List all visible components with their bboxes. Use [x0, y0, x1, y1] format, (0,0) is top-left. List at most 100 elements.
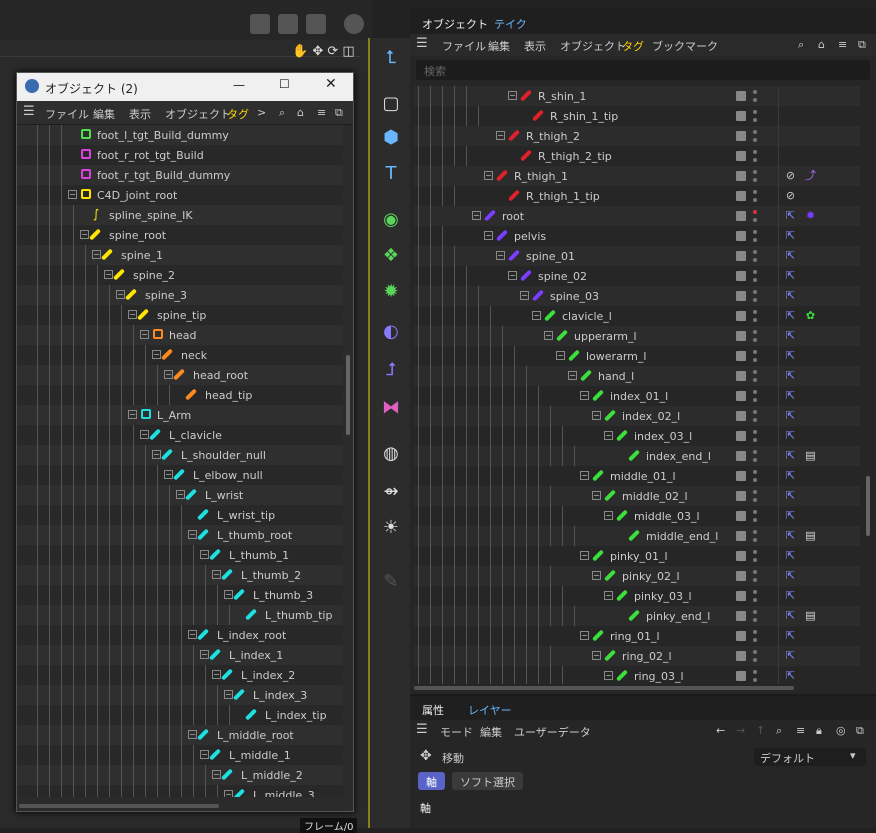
object-row[interactable]: R_thigh_1_tip ⊘ — [414, 186, 860, 206]
annotation-tag-icon[interactable]: ▤ — [804, 529, 817, 542]
edit-toggle-icon[interactable] — [736, 131, 746, 141]
edit-toggle-icon[interactable] — [736, 311, 746, 321]
tree-row[interactable]: − L_thumb_2 — [17, 565, 343, 585]
tree-row[interactable]: − L_shoulder_null — [17, 445, 343, 465]
edit-toggle-icon[interactable] — [736, 191, 746, 201]
edit-toggle-icon[interactable] — [736, 471, 746, 481]
disabled-tag-icon[interactable]: ⊘ — [784, 169, 797, 182]
object-row[interactable]: − ring_02_l ⇱ — [414, 646, 860, 666]
object-row[interactable]: − index_02_l ⇱ — [414, 406, 860, 426]
collapse-toggle[interactable]: − — [604, 431, 613, 440]
tree-row[interactable]: − L_thumb_3 — [17, 585, 343, 605]
camera-icon[interactable]: ⇴ — [378, 478, 404, 504]
tree-row[interactable]: L_wrist_tip — [17, 505, 343, 525]
collapse-toggle[interactable]: − — [188, 630, 197, 639]
render-visibility-dot[interactable] — [753, 678, 757, 682]
edit-toggle-icon[interactable] — [736, 491, 746, 501]
collapse-toggle[interactable]: − — [592, 411, 601, 420]
filter-icon[interactable]: ≡ — [796, 724, 805, 737]
search-icon[interactable]: ⌕ — [776, 724, 782, 738]
collapse-toggle[interactable]: − — [80, 230, 89, 239]
floating-hscrollbar[interactable] — [19, 803, 351, 809]
close-icon[interactable]: ✕ — [325, 76, 337, 92]
menu-file[interactable]: ファイル — [45, 106, 89, 122]
collapse-toggle[interactable]: − — [580, 551, 589, 560]
hamburger-icon[interactable]: ☰ — [23, 104, 35, 119]
render-visibility-dot[interactable] — [753, 178, 757, 182]
editor-visibility-dot[interactable] — [753, 410, 757, 414]
editor-visibility-dot[interactable] — [753, 590, 757, 594]
bend-icon[interactable]: ⮥ — [378, 356, 404, 382]
editor-visibility-dot[interactable] — [753, 230, 757, 234]
tab-takes[interactable]: テイク — [494, 16, 527, 32]
editor-visibility-dot[interactable] — [753, 350, 757, 354]
weight-tag-icon[interactable]: ⇱ — [784, 629, 797, 642]
coordinate-system-icon[interactable]: ⮤ — [378, 44, 404, 70]
render-visibility-dot[interactable] — [753, 658, 757, 662]
editor-visibility-dot[interactable] — [753, 170, 757, 174]
light-icon[interactable]: ☀ — [378, 514, 404, 540]
editor-visibility-dot[interactable] — [753, 150, 757, 154]
collapse-toggle[interactable]: − — [604, 671, 613, 680]
edit-toggle-icon[interactable] — [736, 371, 746, 381]
weight-tag-icon[interactable]: ⇱ — [784, 509, 797, 522]
tree-row[interactable]: − L_index_3 — [17, 685, 343, 705]
tab-attributes[interactable]: 属性 — [422, 702, 444, 718]
tree-row[interactable]: − spine_1 — [17, 245, 343, 265]
collapse-toggle[interactable]: − — [104, 270, 113, 279]
object-row[interactable]: − ring_03_l ⇱ — [414, 666, 860, 684]
object-row[interactable]: − spine_03 ⇱ — [414, 286, 860, 306]
editor-visibility-dot[interactable] — [753, 90, 757, 94]
menu-userdata[interactable]: ユーザーデータ — [514, 724, 591, 740]
up-arrow-icon[interactable]: ↑ — [756, 724, 765, 737]
collapse-toggle[interactable]: − — [520, 291, 529, 300]
object-row[interactable]: R_thigh_2_tip — [414, 146, 860, 166]
weight-tag-icon[interactable]: ⇱ — [784, 349, 797, 362]
collapse-toggle[interactable]: − — [200, 550, 209, 559]
edit-toggle-icon[interactable] — [736, 431, 746, 441]
object-row[interactable]: − middle_02_l ⇱ — [414, 486, 860, 506]
tree-row[interactable]: − spine_tip — [17, 305, 343, 325]
collapse-toggle[interactable]: − — [544, 331, 553, 340]
edit-toggle-icon[interactable] — [736, 391, 746, 401]
weight-tag-icon[interactable]: ⇱ — [784, 649, 797, 662]
weight-tag-icon[interactable]: ⇱ — [784, 469, 797, 482]
text-tool-icon[interactable]: T — [378, 160, 404, 186]
collapse-toggle[interactable]: − — [128, 410, 137, 419]
collapse-toggle[interactable]: − — [484, 171, 493, 180]
weight-tag-icon[interactable]: ⇱ — [784, 289, 797, 302]
object-row[interactable]: − middle_01_l ⇱ — [414, 466, 860, 486]
sketch-icon[interactable]: ✎ — [378, 568, 404, 594]
tree-row[interactable]: − L_index_root — [17, 625, 343, 645]
maximize-icon[interactable]: ☐ — [279, 77, 290, 91]
collapse-toggle[interactable]: − — [472, 211, 481, 220]
tree-row[interactable]: − neck — [17, 345, 343, 365]
collapse-toggle[interactable]: − — [68, 190, 77, 199]
editor-visibility-dot[interactable] — [753, 570, 757, 574]
weight-tag-icon[interactable]: ⇱ — [784, 669, 797, 682]
weight-tag-icon[interactable]: ⇱ — [784, 249, 797, 262]
tree-row[interactable]: ∫ spline_spine_IK — [17, 205, 343, 225]
object-row[interactable]: − spine_02 ⇱ — [414, 266, 860, 286]
edit-toggle-icon[interactable] — [736, 151, 746, 161]
object-row[interactable]: middle_end_l ⇱ ▤ — [414, 526, 860, 546]
tree-row[interactable]: − L_middle_2 — [17, 765, 343, 785]
tab-objects[interactable]: オブジェクト — [422, 16, 488, 32]
collapse-toggle[interactable]: − — [604, 511, 613, 520]
edit-toggle-icon[interactable] — [736, 111, 746, 121]
render-visibility-dot[interactable] — [753, 338, 757, 342]
tree-row[interactable]: − L_Arm — [17, 405, 343, 425]
floating-object-window[interactable]: オブジェクト (2) — ☐ ✕ ☰ ファイル 編集 表示 オブジェクト タグ … — [16, 72, 354, 812]
tree-row[interactable]: − L_middle_3 — [17, 785, 343, 797]
menu-object[interactable]: オブジェクト — [560, 38, 626, 54]
soft-select-button[interactable]: ソフト選択 — [452, 772, 523, 790]
collapse-toggle[interactable]: − — [592, 651, 601, 660]
deformer-icon[interactable]: ◐ — [378, 318, 404, 344]
minimize-icon[interactable]: — — [233, 78, 245, 92]
collapse-toggle[interactable]: − — [592, 491, 601, 500]
menu-bookmark[interactable]: ブックマーク — [652, 38, 718, 54]
tree-row[interactable]: − L_middle_1 — [17, 745, 343, 765]
editor-visibility-dot[interactable] — [753, 330, 757, 334]
collapse-toggle[interactable]: − — [224, 590, 233, 599]
edit-toggle-icon[interactable] — [736, 411, 746, 421]
